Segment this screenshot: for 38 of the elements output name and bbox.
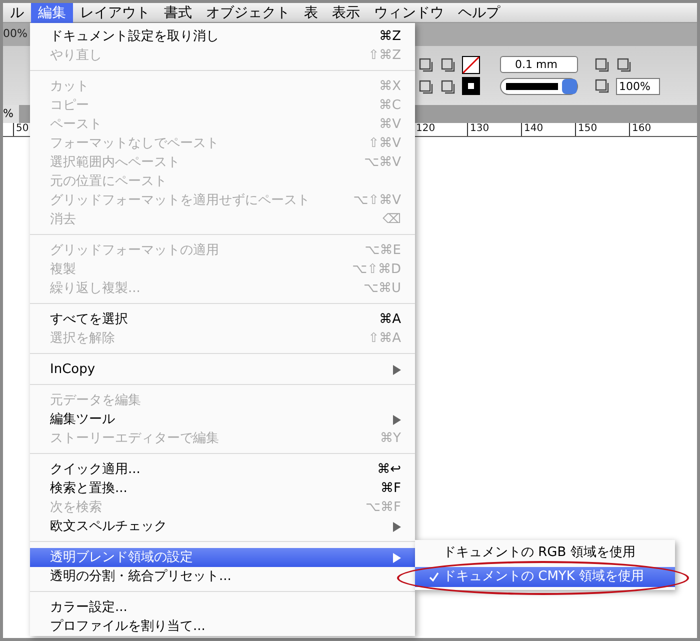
checkmark-icon: [429, 572, 439, 582]
ruler-label: 160: [629, 123, 683, 136]
menu-item[interactable]: 欧文スペルチェック: [30, 517, 415, 536]
ruler-label: 130: [467, 123, 521, 136]
menu-item[interactable]: InCopy: [30, 360, 415, 379]
submenu-arrow-icon: [392, 414, 401, 424]
menu-bar-item[interactable]: 編集: [31, 2, 73, 22]
no-fill-swatch-icon[interactable]: [462, 56, 480, 74]
menu-bar-item[interactable]: 表: [297, 2, 325, 22]
submenu-arrow-icon: [392, 522, 401, 532]
menu-bar-item[interactable]: ウィンドウ: [367, 2, 451, 22]
menu-item[interactable]: カラー設定...: [30, 598, 415, 617]
menu-item[interactable]: 透明の分割・統合プリセット...: [30, 567, 415, 586]
menu-bar-item[interactable]: ル: [3, 2, 31, 22]
menu-bar-item[interactable]: 書式: [157, 2, 199, 22]
menu-item[interactable]: プロファイルを割り当て...: [30, 617, 415, 636]
menu-item[interactable]: すべてを選択 ⌘A: [30, 310, 415, 329]
menu-item[interactable]: 透明ブレンド領域の設定: [30, 548, 415, 567]
menu-bar-item[interactable]: ヘルプ: [451, 2, 507, 22]
menu-item[interactable]: ドキュメント設定を取り消し ⌘Z: [30, 27, 415, 46]
tab-label[interactable]: %: [3, 105, 20, 123]
submenu-item[interactable]: ドキュメントの CMYK 領域を使用: [415, 567, 675, 587]
menu-item[interactable]: 検索と置換... ⌘F: [30, 479, 415, 498]
stroke-swatch-icon[interactable]: [462, 77, 480, 95]
menu-bar-item[interactable]: レイアウト: [73, 2, 157, 22]
submenu-arrow-icon: [392, 552, 401, 562]
ruler-label: 140: [521, 123, 575, 136]
submenu-arrow-icon: [392, 364, 401, 374]
menu-item[interactable]: 編集ツール: [30, 410, 415, 429]
zoom-level-text: 00%: [3, 26, 28, 42]
ruler-label: 150: [575, 123, 629, 136]
menu-bar-item[interactable]: 表示: [325, 2, 367, 22]
submenu-item[interactable]: ドキュメントの RGB 領域を使用: [415, 543, 675, 563]
opacity-field[interactable]: 100%: [616, 78, 660, 94]
menu-item[interactable]: クイック適用... ⌘↩: [30, 460, 415, 479]
menu-bar-item[interactable]: オブジェクト: [199, 2, 297, 22]
stroke-weight-field[interactable]: 0.1 mm: [500, 56, 578, 73]
stroke-style-dropdown[interactable]: [500, 78, 578, 95]
